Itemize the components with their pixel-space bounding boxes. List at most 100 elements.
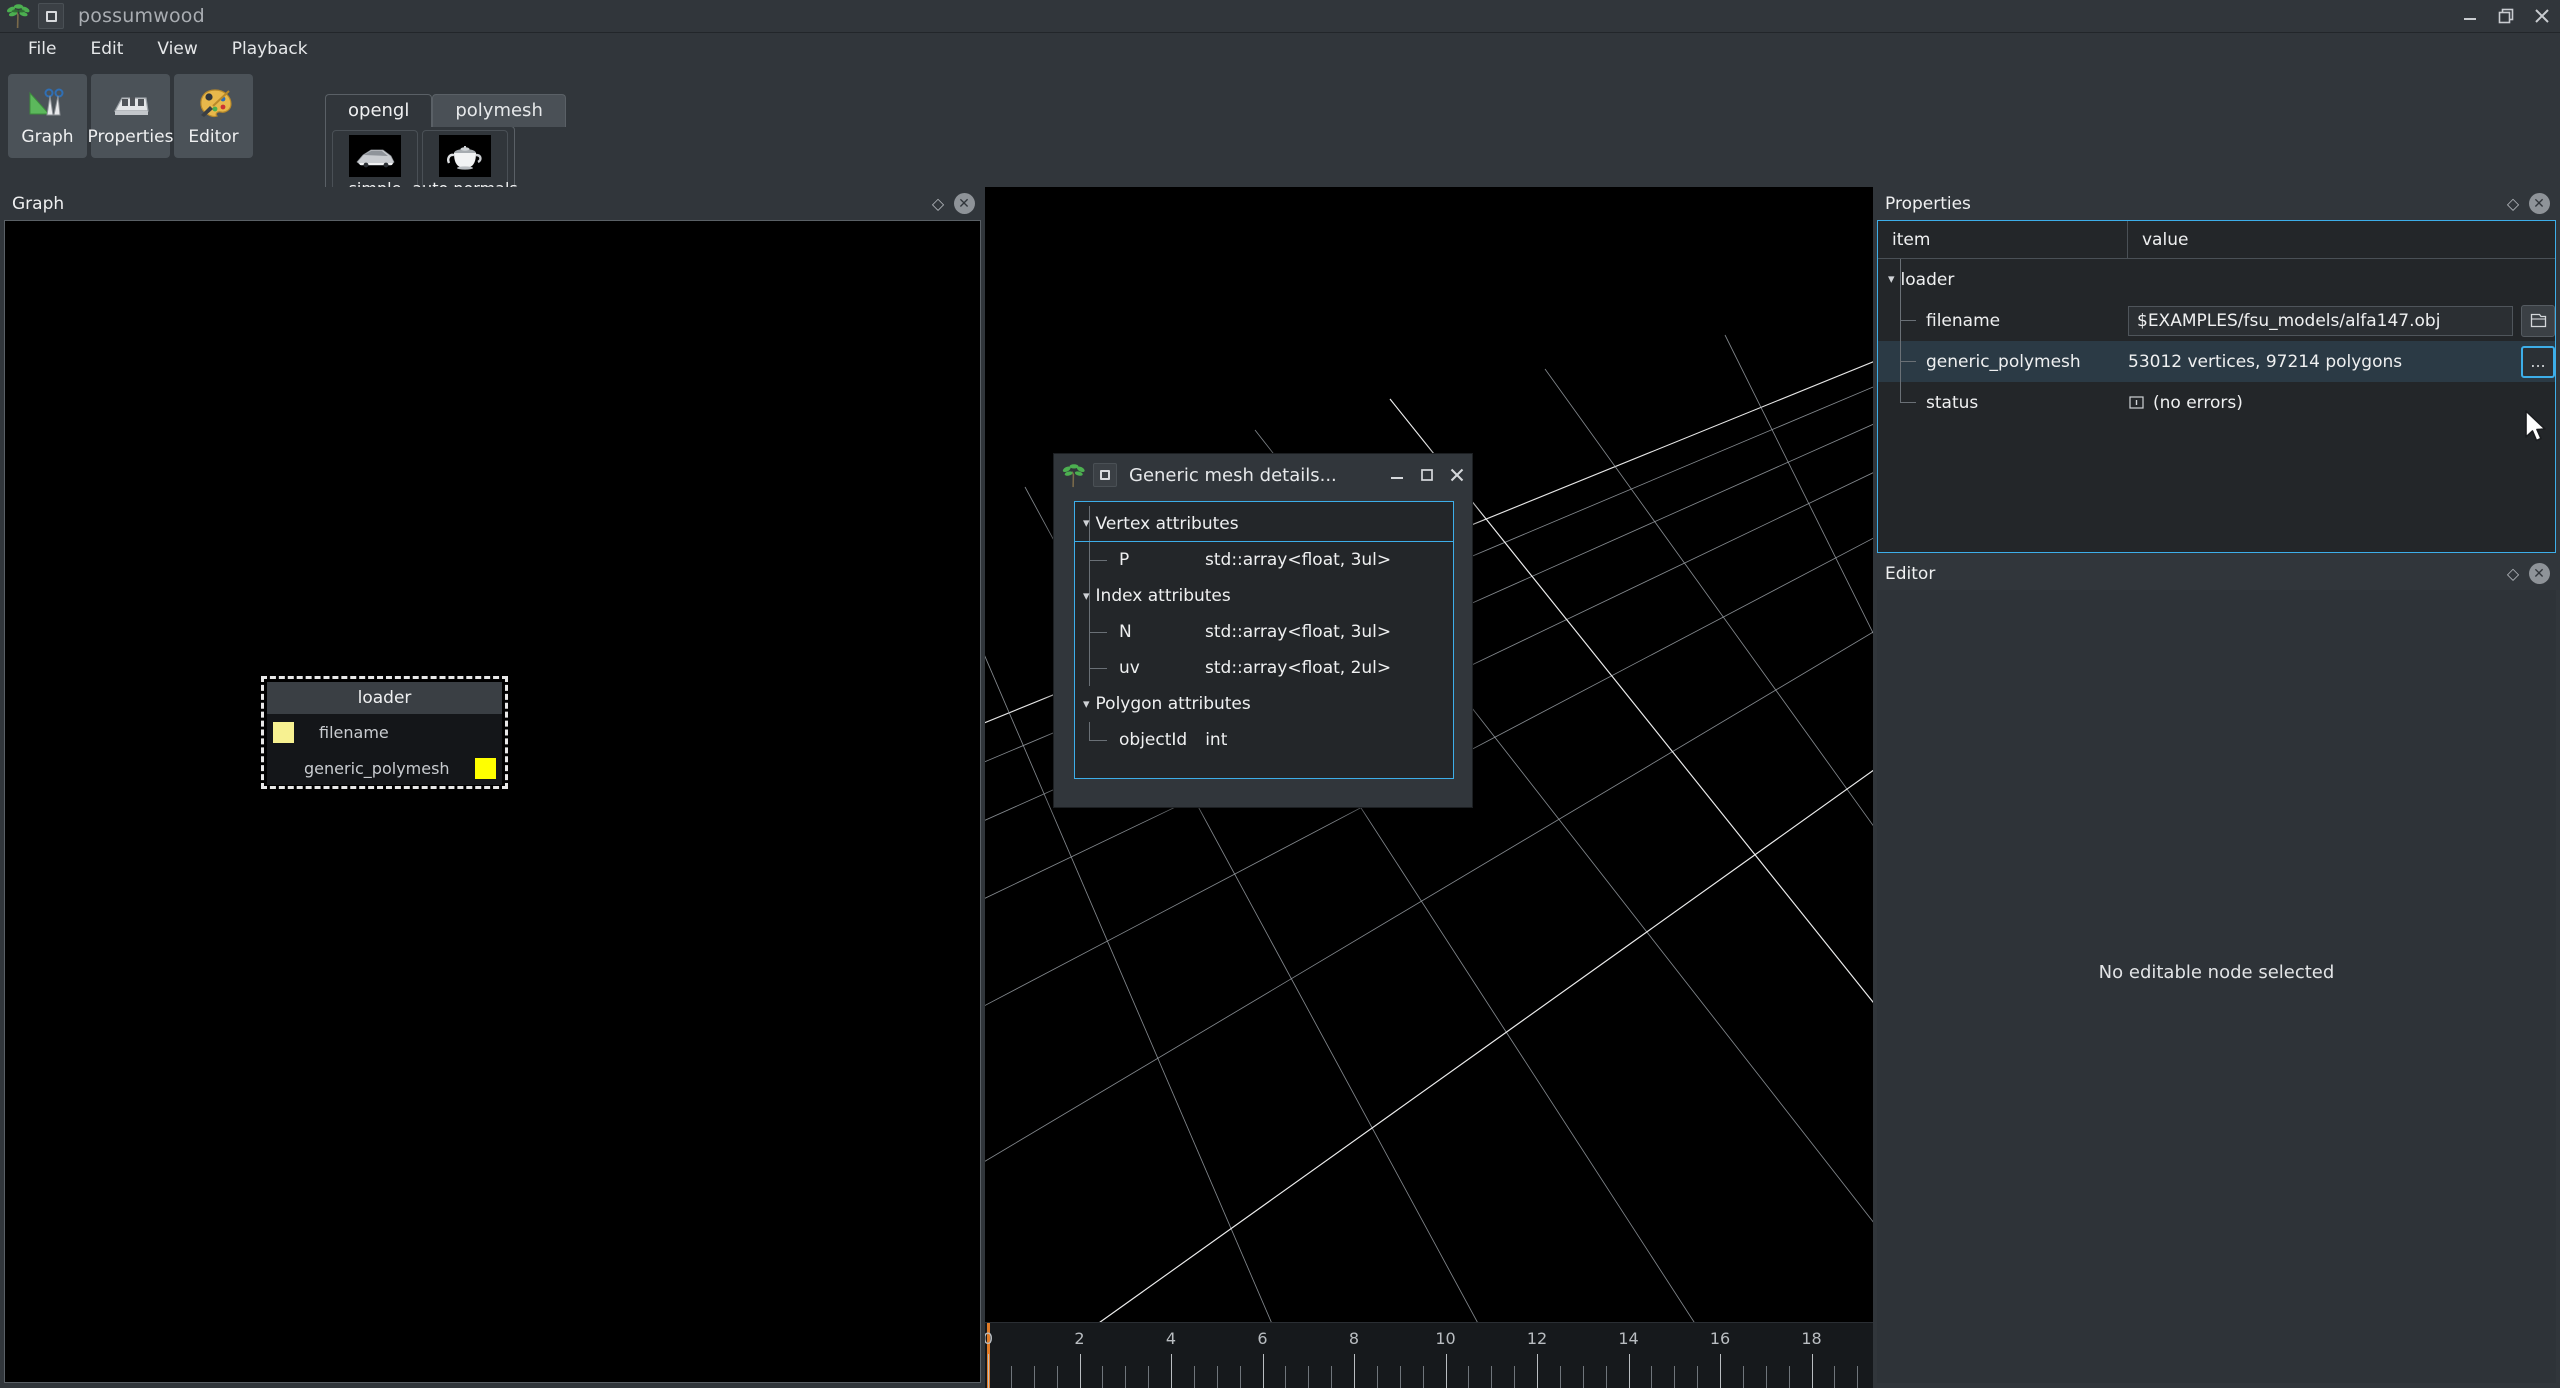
generic-polymesh-details-button[interactable]: ... [2521, 345, 2555, 378]
timeline-tick [1834, 1366, 1836, 1388]
properties-table[interactable]: item value ▾ loader filename $EXAMPLES/f… [1877, 220, 2556, 553]
chevron-down-icon[interactable]: ▾ [1083, 516, 1090, 531]
close-icon: ✕ [953, 193, 975, 214]
filename-browse-button[interactable] [2521, 304, 2555, 337]
timeline-label-4: 4 [1165, 1329, 1177, 1348]
chevron-down-icon[interactable]: ▾ [1888, 272, 1895, 287]
tree-branch [1089, 542, 1119, 578]
panel-toggle-group: Graph Properties Editor [8, 74, 253, 158]
properties-dock-float-button[interactable]: ◇ [2500, 191, 2526, 217]
editor-dock-panel: Editor ◇ ✕ No editable node selected [1873, 557, 2560, 1388]
editor-dock-float-button[interactable]: ◇ [2500, 561, 2526, 587]
column-header-item[interactable]: item [1878, 221, 2128, 258]
graph-node-port-row-filename[interactable]: filename [267, 714, 502, 750]
tab-opengl[interactable]: opengl [325, 94, 433, 127]
timeline-tick [1765, 1366, 1767, 1388]
tree-branch [1900, 300, 1926, 341]
timeline-tick [1102, 1366, 1104, 1388]
mesh-attribute-uv[interactable]: uv std::array<float, 2ul> [1075, 650, 1453, 686]
mesh-attribute-name-p: P [1119, 550, 1130, 570]
application-window: possumwood File Edit View Playback Graph… [0, 0, 2560, 1388]
mesh-group-vertex-attributes[interactable]: ▾ Vertex attributes [1075, 506, 1453, 542]
window-title: possumwood [78, 5, 205, 27]
window-titlebar: possumwood [0, 0, 2560, 33]
timeline-label-0: 0 [985, 1329, 993, 1348]
graph-node-loader[interactable]: loader filename generic_polymesh [261, 676, 508, 789]
menu-item-view[interactable]: View [140, 36, 214, 62]
mesh-group-polygon-attributes[interactable]: ▾ Polygon attributes [1075, 686, 1453, 722]
dialog-titlebar: Generic mesh details... [1054, 454, 1472, 496]
float-diamond-icon: ◇ [931, 193, 945, 213]
timeline-tick [1354, 1354, 1355, 1388]
menu-item-playback[interactable]: Playback [215, 36, 325, 62]
window-minimize-button[interactable] [2452, 0, 2488, 33]
properties-dock-close-button[interactable]: ✕ [2526, 191, 2552, 217]
graph-canvas[interactable]: loader filename generic_polymesh [4, 220, 981, 1383]
dialog-menu-button[interactable] [1093, 463, 1117, 487]
properties-row-status[interactable]: status (no errors) [1878, 382, 2555, 423]
window-close-button[interactable] [2524, 0, 2560, 33]
properties-mixer-icon [108, 82, 154, 124]
timeline-tick [1445, 1354, 1447, 1388]
chevron-down-icon[interactable]: ▾ [1083, 589, 1090, 604]
mesh-attributes-tree[interactable]: ▾ Vertex attributes P std::array<float, … [1074, 501, 1454, 779]
mesh-group-index-attributes[interactable]: ▾ Index attributes [1075, 578, 1453, 614]
filename-input[interactable]: $EXAMPLES/fsu_models/alfa147.obj [2128, 305, 2513, 336]
dialog-maximize-button[interactable] [1412, 460, 1442, 490]
window-menu-icon [45, 10, 57, 22]
status-text: (no errors) [2153, 392, 2243, 413]
graph-dock-float-button[interactable]: ◇ [925, 191, 951, 217]
graph-node-port-row-generic-polymesh[interactable]: generic_polymesh [267, 750, 502, 786]
info-icon [2129, 396, 2144, 409]
dialog-close-button[interactable] [1442, 460, 1472, 490]
mesh-attribute-p[interactable]: P std::array<float, 3ul> [1075, 542, 1453, 578]
car-thumbnail [349, 135, 401, 177]
editor-dock-close-button[interactable]: ✕ [2526, 561, 2552, 587]
chevron-down-icon[interactable]: ▾ [1083, 697, 1090, 712]
mesh-attribute-type-p: std::array<float, 3ul> [1205, 550, 1392, 570]
window-menu-button[interactable] [38, 3, 64, 29]
generic-mesh-details-dialog[interactable]: Generic mesh details... ▾ Vertex attribu… [1053, 453, 1473, 808]
properties-row-generic-polymesh[interactable]: generic_polymesh 53012 vertices, 97214 p… [1878, 341, 2555, 382]
menu-item-edit[interactable]: Edit [73, 36, 140, 62]
timeline-tick [1811, 1354, 1813, 1388]
toolbar-label-editor: Editor [188, 127, 239, 147]
window-menu-icon [1100, 470, 1110, 480]
toolbar-button-graph[interactable]: Graph [8, 74, 87, 158]
tab-polymesh[interactable]: polymesh [432, 94, 566, 127]
playback-timeline[interactable]: 0 2 4 6 8 10 12 14 16 18 [985, 1322, 1873, 1388]
window-restore-button[interactable] [2488, 0, 2524, 33]
timeline-tick [1331, 1366, 1333, 1388]
dialog-minimize-button[interactable] [1382, 460, 1412, 490]
timeline-tick [1216, 1366, 1218, 1388]
tree-branch [1089, 614, 1119, 650]
port-connector-filename-icon[interactable] [273, 721, 294, 743]
timeline-tick [1193, 1366, 1195, 1388]
port-connector-generic-polymesh-icon[interactable] [475, 757, 496, 779]
mesh-attribute-objectid[interactable]: objectId int [1075, 722, 1453, 758]
mesh-attribute-n[interactable]: N std::array<float, 3ul> [1075, 614, 1453, 650]
graph-dock-close-button[interactable]: ✕ [951, 191, 977, 217]
timeline-label-8: 8 [1348, 1329, 1360, 1348]
toolbar-button-properties[interactable]: Properties [88, 74, 173, 158]
menu-item-file[interactable]: File [11, 36, 73, 62]
column-header-value[interactable]: value [2128, 221, 2555, 258]
properties-dock-panel: Properties ◇ ✕ item value ▾ loader filen… [1873, 187, 2560, 557]
float-diamond-icon: ◇ [2506, 193, 2520, 213]
properties-row-loader[interactable]: ▾ loader [1878, 259, 2555, 300]
mesh-attribute-type-n: std::array<float, 3ul> [1205, 622, 1392, 642]
timeline-tick [1788, 1366, 1790, 1388]
properties-row-filename[interactable]: filename $EXAMPLES/fsu_models/alfa147.ob… [1878, 300, 2555, 341]
properties-label-status: status [1926, 392, 1979, 413]
timeline-label-6: 6 [1257, 1329, 1268, 1348]
timeline-tick [1171, 1354, 1172, 1388]
toolbar-button-editor[interactable]: Editor [174, 74, 253, 158]
timeline-label-10: 10 [1435, 1329, 1456, 1348]
port-label-filename: filename [319, 722, 389, 742]
mesh-attribute-name-uv: uv [1119, 658, 1140, 678]
timeline-tick [1079, 1354, 1081, 1388]
timeline-tick [1628, 1354, 1630, 1388]
properties-value-generic-polymesh: 53012 vertices, 97214 polygons ... [2128, 345, 2555, 378]
properties-label-filename: filename [1926, 310, 2001, 331]
timeline-label-12: 12 [1526, 1329, 1548, 1348]
